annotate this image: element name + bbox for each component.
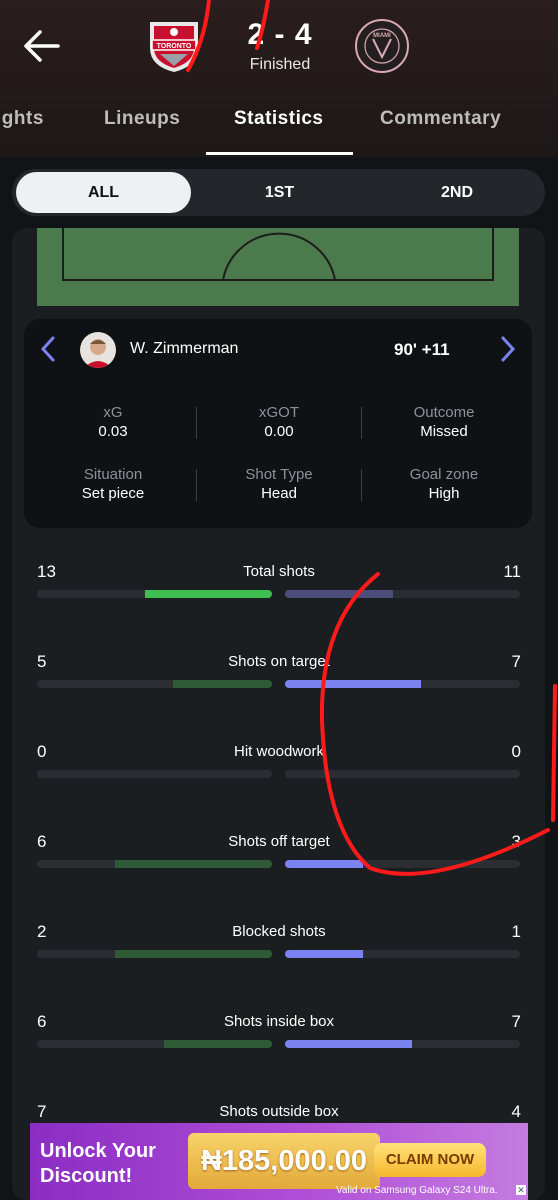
- match-header: TORONTO 2 - 4 Finished MIAMI ights Lineu…: [0, 0, 558, 157]
- stat-row: 6 Shots inside box 7: [37, 1012, 521, 1072]
- outcome-cell: Outcome Missed: [369, 404, 519, 440]
- away-stat-bar-fill: [285, 950, 363, 958]
- info-divider: [196, 469, 197, 501]
- match-score: 2 - 4: [247, 18, 313, 51]
- home-crest-text: TORONTO: [157, 43, 192, 50]
- stat-row: 6 Shots off target 3: [37, 832, 521, 892]
- away-stat-value: 3: [511, 832, 521, 851]
- stat-name: Hit woodwork: [233, 743, 325, 760]
- shot-type-label: Shot Type: [245, 466, 313, 483]
- goal-zone-value: High: [428, 485, 460, 502]
- xgot-value: 0.00: [264, 423, 294, 440]
- goal-zone-cell: Goal zone High: [369, 466, 519, 502]
- shot-type-cell: Shot Type Head: [204, 466, 354, 502]
- stat-name: Blocked shots: [232, 923, 326, 940]
- match-status: Finished: [249, 56, 311, 73]
- away-stat-value: 11: [503, 562, 521, 581]
- away-stat-bar: [285, 860, 520, 868]
- home-stat-bar-fill: [163, 1040, 272, 1048]
- stat-name: Shots outside box: [219, 1103, 339, 1120]
- next-shot-chevron-icon[interactable]: [498, 335, 518, 363]
- info-divider: [361, 407, 362, 439]
- tab-commentary[interactable]: Commentary: [380, 108, 501, 130]
- away-stat-bar: [285, 590, 520, 598]
- home-stat-bar: [37, 860, 272, 868]
- period-1st-button[interactable]: 1ST: [202, 169, 357, 216]
- xg-value: 0.03: [98, 423, 128, 440]
- away-stat-value: 0: [511, 742, 521, 761]
- player-avatar: [80, 332, 116, 368]
- xgot-cell: xGOT 0.00: [204, 404, 354, 440]
- away-stat-bar-fill: [285, 590, 394, 598]
- outcome-label: Outcome: [413, 404, 475, 421]
- xg-cell: xG 0.03: [38, 404, 188, 440]
- shot-minute: 90' +11: [394, 340, 450, 359]
- home-stat-bar-fill: [145, 590, 272, 598]
- stat-name: Shots on target: [228, 653, 330, 670]
- period-selector: ALL 1ST 2ND: [12, 169, 545, 216]
- ad-amount: ₦185,000.00: [188, 1133, 380, 1189]
- stat-row: 2 Blocked shots 1: [37, 922, 521, 982]
- claim-now-button[interactable]: CLAIM NOW: [374, 1143, 486, 1177]
- period-2nd-button[interactable]: 2ND: [377, 169, 537, 216]
- away-stat-value: 7: [511, 1012, 521, 1031]
- away-stat-bar-fill: [285, 680, 422, 688]
- stat-row: 0 Hit woodwork 0: [37, 742, 521, 802]
- home-stat-bar: [37, 590, 272, 598]
- ad-banner[interactable]: Unlock Your Discount! ₦185,000.00 CLAIM …: [30, 1123, 528, 1200]
- away-stat-value: 7: [511, 652, 521, 671]
- previous-shot-chevron-icon[interactable]: [38, 335, 58, 363]
- situation-label: Situation: [83, 466, 143, 483]
- away-stat-bar: [285, 770, 520, 778]
- info-divider: [196, 407, 197, 439]
- away-stat-bar: [285, 950, 520, 958]
- stat-name: Total shots: [243, 563, 315, 580]
- tab-highlights[interactable]: ights: [0, 108, 44, 130]
- home-stat-bar: [37, 680, 272, 688]
- ad-title: Unlock Your Discount!: [40, 1140, 156, 1187]
- situation-value: Set piece: [81, 485, 145, 502]
- stat-row: 5 Shots on target 7: [37, 652, 521, 712]
- goal-zone-label: Goal zone: [409, 466, 479, 483]
- home-stat-bar-fill: [114, 860, 272, 868]
- outcome-value: Missed: [420, 423, 468, 440]
- tab-statistics[interactable]: Statistics: [234, 108, 323, 130]
- xg-label: xG: [103, 404, 123, 421]
- home-stat-bar: [37, 770, 272, 778]
- away-team-crest-icon[interactable]: MIAMI: [353, 17, 411, 75]
- home-stat-bar: [37, 1040, 272, 1048]
- away-stat-bar: [285, 680, 520, 688]
- away-stat-bar: [285, 1040, 520, 1048]
- away-crest-text: MIAMI: [373, 33, 391, 39]
- xgot-label: xGOT: [259, 404, 299, 421]
- away-stat-bar-fill: [285, 860, 363, 868]
- stat-name: Shots inside box: [223, 1013, 335, 1030]
- player-name: W. Zimmerman: [130, 340, 239, 357]
- info-divider: [361, 469, 362, 501]
- stat-row: 13 Total shots 11: [37, 562, 521, 622]
- away-stat-value: 1: [511, 922, 521, 941]
- shot-type-value: Head: [261, 485, 297, 502]
- away-stat-value: 4: [511, 1102, 521, 1121]
- period-all-button[interactable]: ALL: [16, 172, 191, 213]
- home-stat-bar-fill: [114, 950, 272, 958]
- active-tab-indicator: [206, 152, 353, 155]
- home-team-crest-icon[interactable]: TORONTO: [146, 14, 202, 74]
- ad-fine-print: Valid on Samsung Galaxy S24 Ultra.: [336, 1185, 498, 1196]
- back-arrow-icon[interactable]: [22, 28, 62, 64]
- home-stat-bar-fill: [173, 680, 272, 688]
- shot-detail-panel: W. Zimmerman 90' +11 xG 0.03 xGOT 0.00 O…: [24, 319, 532, 528]
- ad-close-icon[interactable]: ✕: [516, 1185, 526, 1195]
- match-tabs: ights Lineups Statistics Commentary: [0, 98, 558, 156]
- situation-cell: Situation Set piece: [38, 466, 188, 502]
- statistics-card: W. Zimmerman 90' +11 xG 0.03 xGOT 0.00 O…: [12, 228, 545, 1200]
- shot-map-pitch[interactable]: [37, 228, 519, 306]
- home-stat-bar: [37, 950, 272, 958]
- away-stat-bar-fill: [285, 1040, 412, 1048]
- stat-name: Shots off target: [228, 833, 330, 850]
- tab-lineups[interactable]: Lineups: [104, 108, 180, 130]
